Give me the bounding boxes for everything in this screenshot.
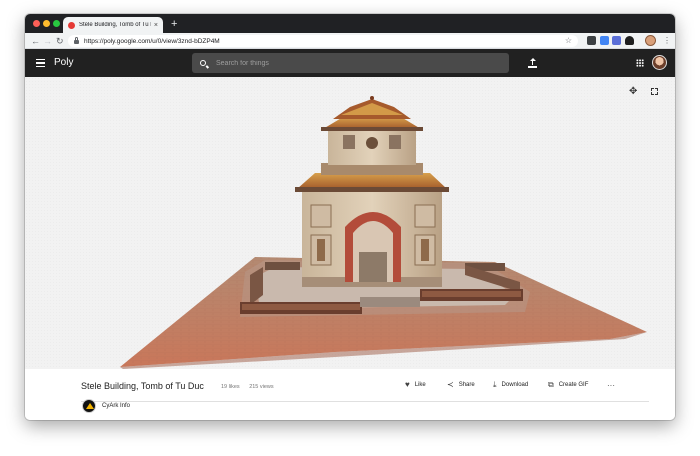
author-avatar[interactable]: [82, 399, 96, 413]
browser-tab[interactable]: Stele Building, Tomb of Tu Duc ×: [63, 17, 163, 33]
more-options-button[interactable]: ···: [607, 381, 615, 390]
hamburger-menu-icon[interactable]: [36, 59, 45, 67]
browser-menu-icon[interactable]: ⋮: [663, 35, 671, 47]
divider: [81, 401, 649, 402]
create-gif-button[interactable]: ⧉ Create GIF: [548, 381, 588, 389]
poly-favicon-icon: [68, 21, 75, 29]
download-label: Download: [501, 382, 529, 388]
tab-strip: Stele Building, Tomb of Tu Duc × +: [25, 14, 675, 33]
browser-window: Stele Building, Tomb of Tu Duc × + ← → ↻…: [25, 14, 675, 420]
extension-3-icon[interactable]: [612, 36, 621, 45]
model-stats: 19 likes 215 views: [221, 384, 282, 390]
fullscreen-icon[interactable]: [651, 88, 658, 95]
like-button[interactable]: ♥ Like: [405, 381, 426, 389]
extension-4-icon[interactable]: [625, 36, 634, 45]
share-button[interactable]: ≺ Share: [447, 381, 475, 389]
extension-1-icon[interactable]: [587, 36, 596, 45]
likes-count: 19 likes: [221, 384, 240, 390]
address-bar[interactable]: https://poly.google.com/u/0/view/3znd-bD…: [68, 35, 578, 47]
search-icon: [200, 60, 206, 66]
heart-icon: ♥: [405, 380, 410, 389]
apps-grid-icon[interactable]: [636, 59, 644, 67]
bookmark-star-icon[interactable]: ☆: [565, 35, 572, 47]
author-name[interactable]: CyArk Info: [102, 403, 130, 409]
forward-arrow-icon[interactable]: →: [43, 35, 52, 47]
share-icon: ≺: [447, 380, 454, 389]
minimize-window-button[interactable]: [43, 20, 50, 27]
app-header: Poly: [25, 49, 675, 77]
model-info-panel: Stele Building, Tomb of Tu Duc 19 likes …: [25, 369, 675, 420]
reload-icon[interactable]: ↻: [56, 35, 64, 47]
tab-close-icon[interactable]: ×: [154, 22, 158, 29]
model-title: Stele Building, Tomb of Tu Duc: [81, 381, 204, 391]
gif-icon: ⧉: [548, 380, 554, 389]
upload-icon[interactable]: [528, 58, 537, 68]
model-viewer[interactable]: ✥: [25, 77, 675, 369]
move-icon[interactable]: ✥: [629, 87, 637, 97]
lock-icon: [74, 37, 79, 44]
temple-model-image[interactable]: [25, 77, 675, 369]
views-count: 215 views: [249, 384, 274, 390]
create-gif-label: Create GIF: [558, 382, 589, 388]
back-arrow-icon[interactable]: ←: [31, 35, 40, 47]
like-label: Like: [414, 382, 426, 388]
search-input[interactable]: [216, 59, 476, 67]
url-text: https://poly.google.com/u/0/view/3znd-bD…: [84, 37, 220, 45]
browser-toolbar: ← → ↻ https://poly.google.com/u/0/view/3…: [25, 33, 675, 49]
zoom-window-button[interactable]: [53, 20, 60, 27]
new-tab-button[interactable]: +: [171, 17, 177, 31]
download-button[interactable]: ⤓ Download: [493, 381, 528, 389]
poly-logo[interactable]: Poly: [54, 57, 73, 68]
user-avatar[interactable]: [652, 55, 667, 70]
share-label: Share: [458, 382, 475, 388]
browser-profile-avatar[interactable]: [645, 35, 656, 46]
close-window-button[interactable]: [33, 20, 40, 27]
download-icon: ⤓: [493, 380, 497, 389]
translate-extension-icon[interactable]: [600, 36, 609, 45]
search-bar[interactable]: [192, 53, 509, 73]
tab-title: Stele Building, Tomb of Tu Duc: [79, 22, 151, 28]
